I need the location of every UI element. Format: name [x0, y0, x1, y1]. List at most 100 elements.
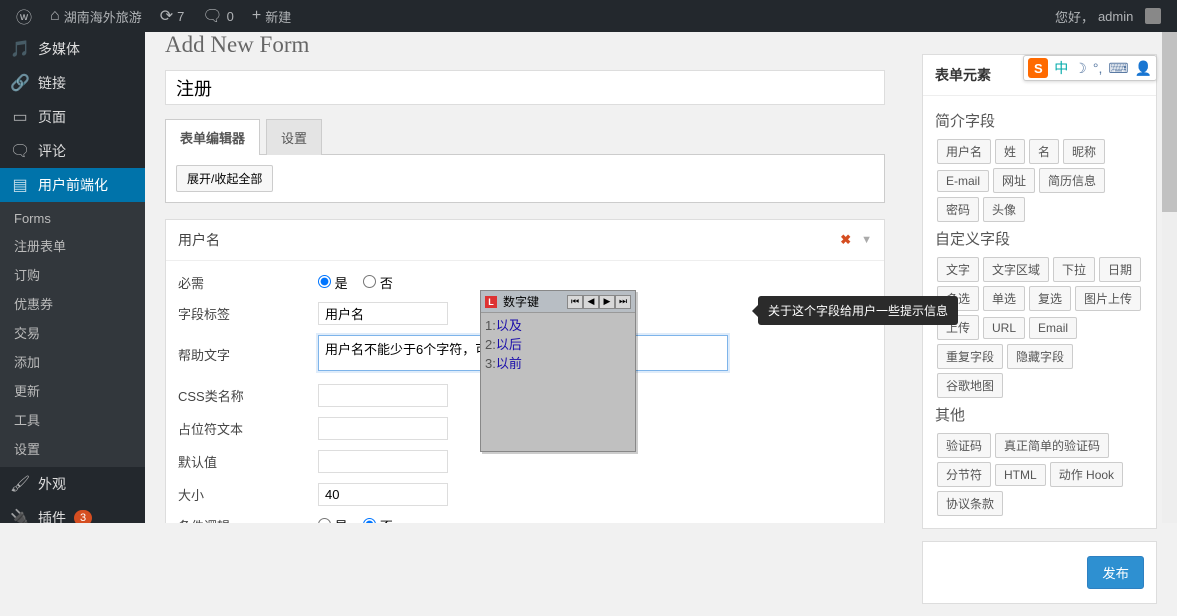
field-custom-2[interactable]: 下拉	[1053, 257, 1095, 282]
editor-panel: 展开/收起全部	[165, 154, 885, 203]
field-other-0[interactable]: 验证码	[937, 433, 991, 458]
label-required: 必需	[178, 273, 318, 292]
tooltip-helptext: 关于这个字段给用户一些提示信息	[758, 296, 958, 325]
avatar	[1145, 8, 1161, 24]
radio-required-no[interactable]: 否	[363, 276, 393, 291]
comments[interactable]: 🗨0	[194, 0, 242, 32]
submenu-subscribe[interactable]: 订购	[0, 260, 145, 289]
field-block-title: 用户名	[178, 230, 220, 250]
howdy[interactable]: 您好，admin	[1047, 0, 1169, 32]
field-custom-12[interactable]: 隐藏字段	[1007, 344, 1073, 369]
site-name[interactable]: ⌂湖南海外旅游	[42, 0, 150, 32]
label-helptext: 帮助文字	[178, 345, 318, 364]
link-icon: 🔗	[10, 73, 30, 93]
submenu-coupons[interactable]: 优惠券	[0, 289, 145, 318]
submenu-regform[interactable]: 注册表单	[0, 231, 145, 260]
submenu-forms[interactable]: Forms	[0, 206, 145, 231]
field-custom-9[interactable]: URL	[983, 317, 1025, 339]
field-custom-3[interactable]: 日期	[1099, 257, 1141, 282]
scrollbar[interactable]	[1162, 32, 1177, 523]
field-custom-11[interactable]: 重复字段	[937, 344, 1003, 369]
admin-bar: ⓦ ⌂湖南海外旅游 ⟳7 🗨0 +新建 您好，admin	[0, 0, 1177, 32]
input-default[interactable]	[318, 450, 448, 473]
ime-keyboard-icon[interactable]: ⌨	[1108, 60, 1128, 77]
sidebar-item-comments[interactable]: 🗨评论	[0, 134, 145, 168]
field-custom-5[interactable]: 单选	[983, 286, 1025, 311]
field-intro-4[interactable]: E-mail	[937, 170, 989, 192]
field-other-3[interactable]: HTML	[995, 464, 1046, 486]
ime-brand-icon: L	[485, 296, 497, 308]
input-size[interactable]	[318, 483, 448, 506]
media-icon: 🎵	[10, 39, 30, 59]
field-custom-10[interactable]: Email	[1029, 317, 1077, 339]
label-conditional: 条件逻辑	[178, 516, 318, 523]
radio-cond-yes[interactable]: 是	[318, 519, 348, 523]
input-cssclass[interactable]	[318, 384, 448, 407]
field-custom-13[interactable]: 谷歌地图	[937, 373, 1003, 398]
ime-punct-icon[interactable]: °,	[1093, 60, 1103, 76]
ime-nav-last[interactable]: ⏭	[615, 295, 631, 309]
ime-candidate[interactable]: 1:以及	[485, 315, 631, 334]
ime-nav-next[interactable]: ▶	[599, 295, 615, 309]
form-title-input[interactable]	[165, 70, 885, 105]
page-icon: ▭	[10, 107, 30, 127]
field-other-1[interactable]: 真正简单的验证码	[995, 433, 1109, 458]
field-intro-7[interactable]: 密码	[937, 197, 979, 222]
tab-settings[interactable]: 设置	[266, 119, 322, 155]
submenu-transactions[interactable]: 交易	[0, 318, 145, 347]
expand-collapse-button[interactable]: 展开/收起全部	[176, 165, 273, 192]
ime-toolbar[interactable]: S 中 ☽ °, ⌨ 👤	[1023, 55, 1157, 81]
ime-title: 数字键	[503, 293, 539, 310]
label-fieldlabel: 字段标签	[178, 304, 318, 323]
field-custom-0[interactable]: 文字	[937, 257, 979, 282]
publish-button[interactable]: 发布	[1087, 556, 1144, 589]
ime-user-icon[interactable]: 👤	[1135, 60, 1152, 77]
section-custom: 自定义字段	[935, 228, 1144, 249]
sidebar-item-user-frontend[interactable]: ▤用户前端化	[0, 168, 145, 202]
ime-moon-icon[interactable]: ☽	[1074, 60, 1087, 77]
sidebar-item-links[interactable]: 🔗链接	[0, 66, 145, 100]
submenu-settings[interactable]: 设置	[0, 434, 145, 463]
submenu-tools[interactable]: 工具	[0, 405, 145, 434]
field-intro-5[interactable]: 网址	[993, 168, 1035, 193]
input-fieldlabel[interactable]	[318, 302, 448, 325]
label-default: 默认值	[178, 452, 318, 471]
sidebar-item-media[interactable]: 🎵多媒体	[0, 32, 145, 66]
tab-editor[interactable]: 表单编辑器	[165, 119, 260, 155]
field-custom-1[interactable]: 文字区域	[983, 257, 1049, 282]
ime-candidate[interactable]: 2:以后	[485, 334, 631, 353]
field-intro-3[interactable]: 昵称	[1063, 139, 1105, 164]
ime-nav-first[interactable]: ⏮	[567, 295, 583, 309]
field-intro-0[interactable]: 用户名	[937, 139, 991, 164]
radio-required-yes[interactable]: 是	[318, 276, 348, 291]
remove-field-button[interactable]: ✖	[840, 232, 851, 248]
ime-nav-prev[interactable]: ◀	[583, 295, 599, 309]
field-intro-8[interactable]: 头像	[983, 197, 1025, 222]
sidebar-item-pages[interactable]: ▭页面	[0, 100, 145, 134]
home-icon: ⌂	[50, 7, 60, 25]
field-custom-7[interactable]: 图片上传	[1075, 286, 1141, 311]
field-intro-1[interactable]: 姓	[995, 139, 1025, 164]
field-intro-2[interactable]: 名	[1029, 139, 1059, 164]
submenu-updates[interactable]: 更新	[0, 376, 145, 405]
input-placeholder[interactable]	[318, 417, 448, 440]
field-other-2[interactable]: 分节符	[937, 462, 991, 487]
comment-icon: 🗨	[202, 6, 222, 26]
field-other-5[interactable]: 协议条款	[937, 491, 1003, 516]
ime-candidate[interactable]: 3:以前	[485, 353, 631, 372]
field-custom-6[interactable]: 复选	[1029, 286, 1071, 311]
submenu-add[interactable]: 添加	[0, 347, 145, 376]
wp-logo[interactable]: ⓦ	[8, 0, 40, 32]
radio-cond-no[interactable]: 否	[363, 519, 393, 523]
collapse-field-button[interactable]: ▼	[861, 234, 872, 246]
field-intro-6[interactable]: 简历信息	[1039, 168, 1105, 193]
ime-lang[interactable]: 中	[1054, 58, 1068, 78]
section-other: 其他	[935, 404, 1144, 425]
sidebar-item-plugins[interactable]: 🔌插件 3	[0, 501, 145, 523]
metabox-title: 表单元素	[935, 65, 991, 85]
field-other-4[interactable]: 动作 Hook	[1050, 462, 1123, 487]
sidebar-item-appearance[interactable]: 🖌外观	[0, 467, 145, 501]
sogou-icon: S	[1028, 58, 1048, 78]
updates[interactable]: ⟳7	[152, 0, 193, 32]
new-content[interactable]: +新建	[244, 0, 299, 32]
